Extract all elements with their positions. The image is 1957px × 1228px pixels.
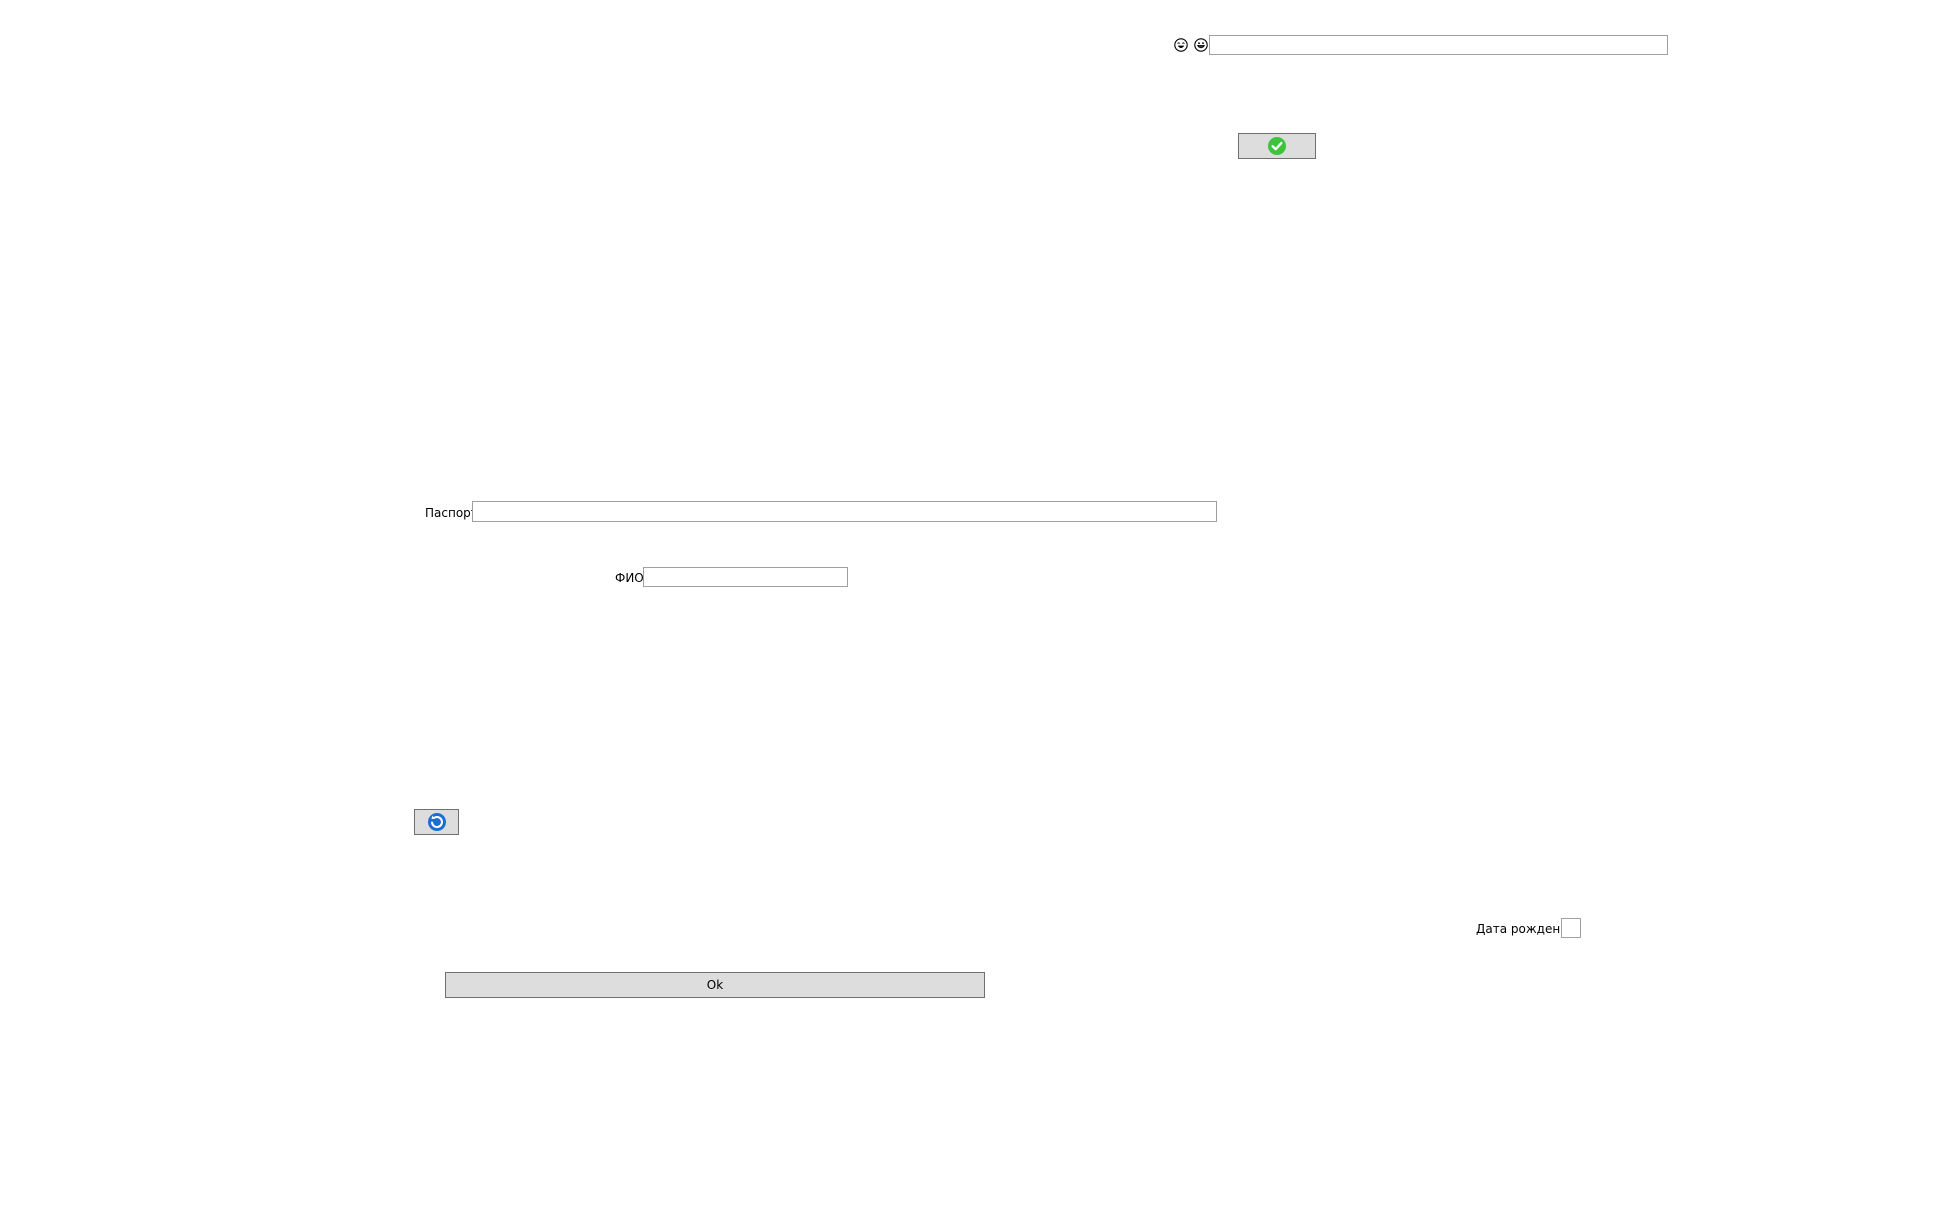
refresh-button[interactable] [414,809,459,835]
passport-label: Паспорт [425,506,478,520]
blue-refresh-icon [427,813,446,831]
fio-label: ФИО [615,571,644,585]
grinning-emoji-icon [1194,38,1208,52]
top-text-input[interactable] [1209,35,1668,55]
ok-button[interactable]: Ok [445,972,985,998]
birthdate-checkbox[interactable] [1561,918,1581,938]
green-check-icon [1268,137,1286,155]
passport-input[interactable] [472,501,1217,522]
confirm-button[interactable] [1238,133,1316,159]
laughing-emoji-icon [1174,38,1188,52]
fio-input[interactable] [643,567,848,587]
